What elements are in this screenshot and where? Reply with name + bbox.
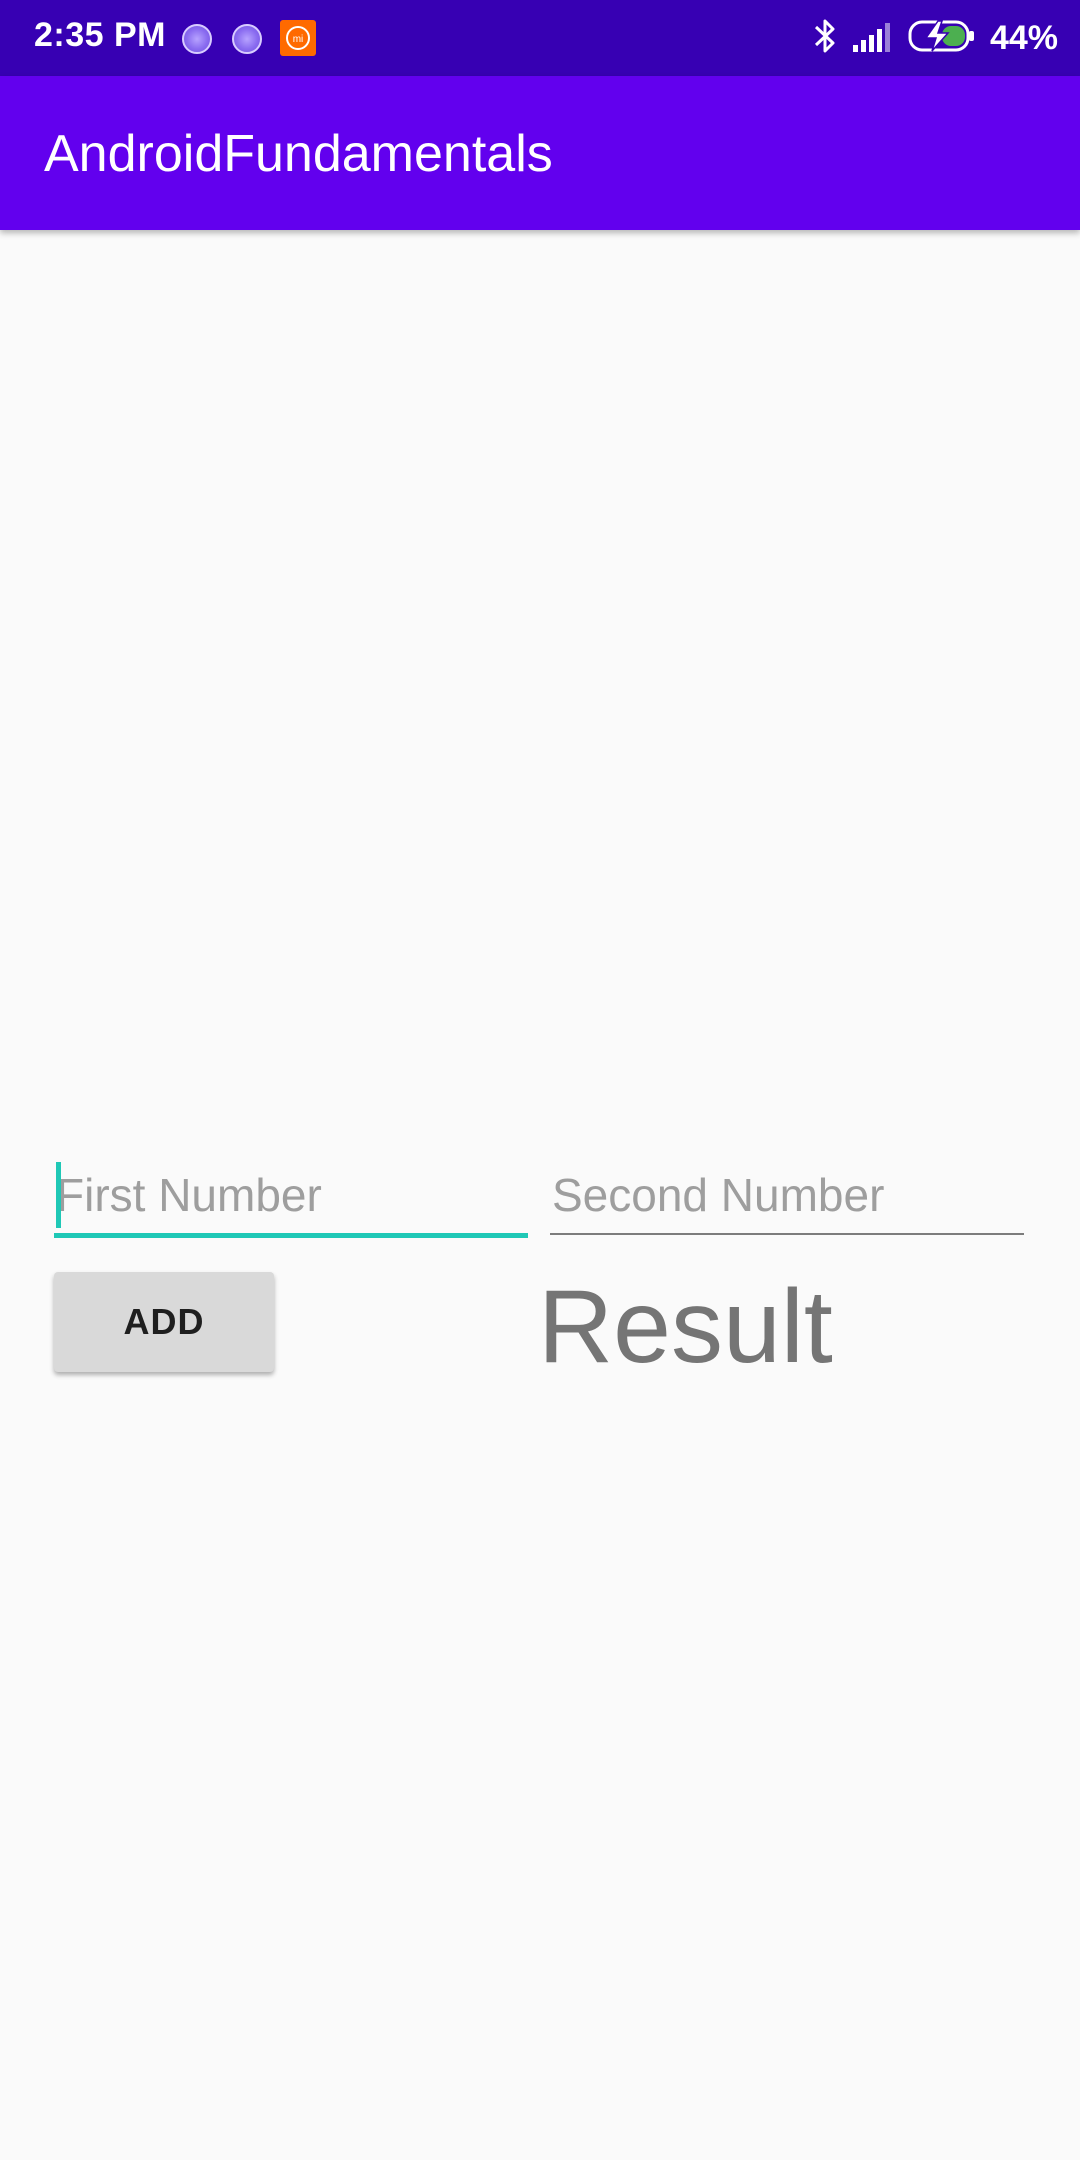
result-text: Result	[538, 1269, 833, 1385]
status-time: 2:35 PM	[34, 16, 166, 54]
app-bar: AndroidFundamentals	[0, 76, 1080, 230]
mi-app-icon: mi	[280, 20, 316, 56]
first-number-field[interactable]	[54, 1158, 528, 1238]
status-bar: 2:35 PM mi 44%	[0, 0, 1080, 76]
bluetooth-icon	[812, 16, 838, 61]
battery-percent: 44%	[989, 18, 1058, 57]
signal-icon	[852, 19, 894, 58]
first-number-underline	[54, 1233, 528, 1238]
battery-charging-icon	[908, 19, 976, 58]
first-number-input[interactable]	[54, 1158, 528, 1232]
notification-dot-icon	[182, 24, 212, 54]
status-icons: 44%	[812, 14, 1058, 62]
svg-text:mi: mi	[293, 34, 304, 45]
add-button[interactable]: ADD	[54, 1272, 274, 1372]
second-number-underline	[550, 1233, 1024, 1235]
app-title: AndroidFundamentals	[44, 125, 553, 183]
text-cursor	[56, 1162, 61, 1228]
notification-dot-icon	[232, 24, 262, 54]
second-number-input[interactable]	[550, 1158, 1024, 1232]
second-number-field[interactable]	[550, 1158, 1024, 1238]
